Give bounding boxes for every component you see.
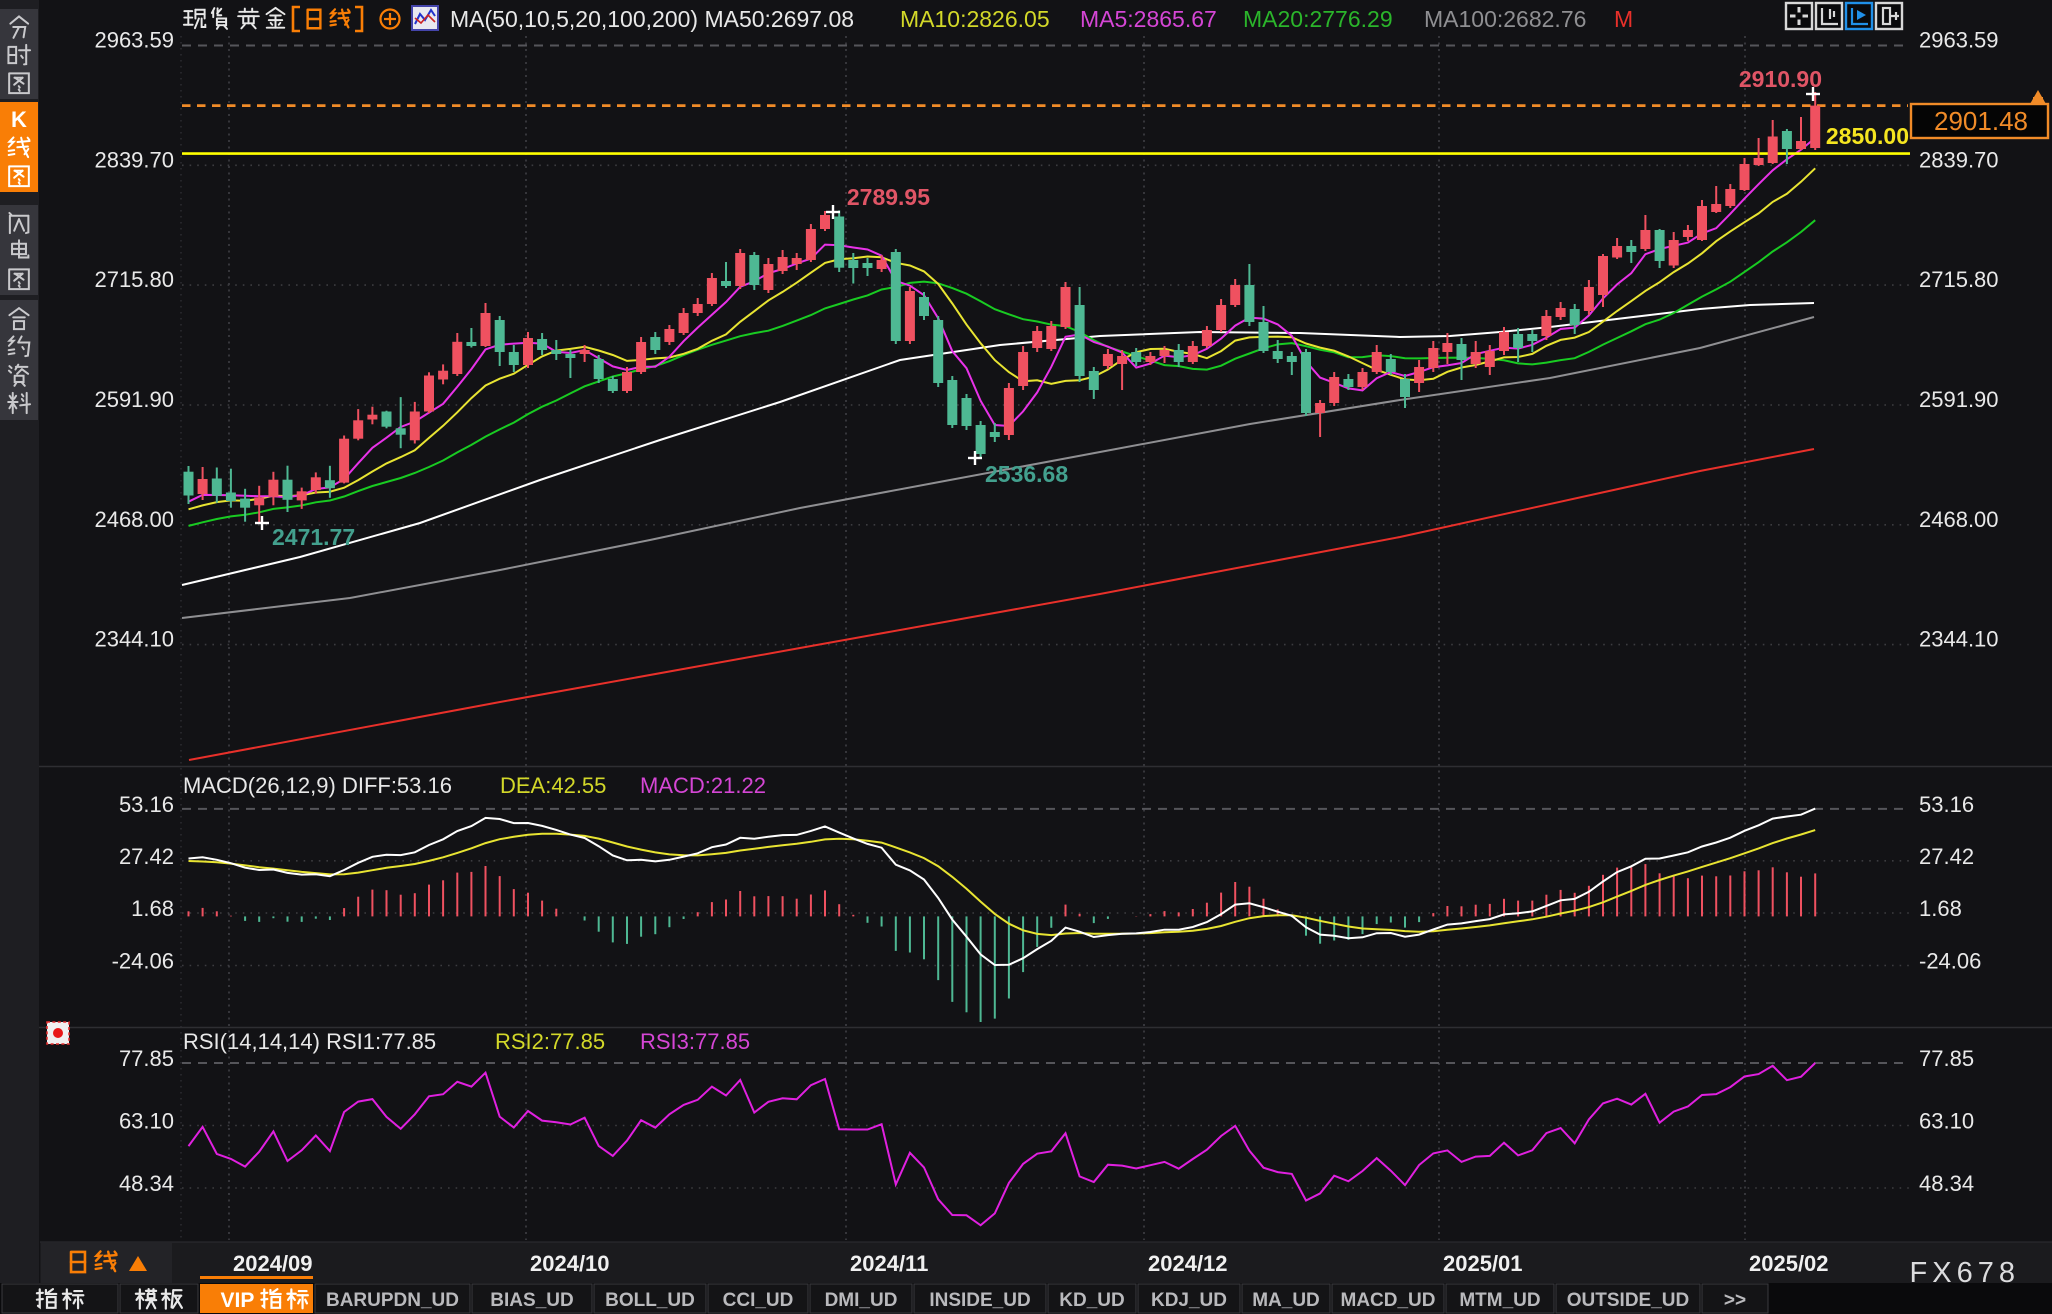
svg-text:2468.00: 2468.00 (1919, 507, 1999, 532)
svg-text:48.34: 48.34 (1919, 1171, 1974, 1196)
svg-text:2901.48: 2901.48 (1934, 106, 2028, 136)
svg-text:2024/12: 2024/12 (1148, 1251, 1228, 1276)
svg-text:MA5:2865.67: MA5:2865.67 (1080, 6, 1217, 32)
svg-text:OUTSIDE_UD: OUTSIDE_UD (1567, 1290, 1689, 1311)
svg-text:MACD_UD: MACD_UD (1341, 1290, 1436, 1311)
svg-text:2963.59: 2963.59 (1919, 28, 1999, 53)
svg-text:2024/09: 2024/09 (233, 1251, 313, 1276)
svg-text:2715.80: 2715.80 (1919, 267, 1999, 292)
svg-text:2025/02: 2025/02 (1749, 1251, 1829, 1276)
svg-text:63.10: 63.10 (1919, 1109, 1974, 1134)
svg-text:RSI3:77.85: RSI3:77.85 (640, 1029, 750, 1054)
svg-text:2839.70: 2839.70 (94, 147, 174, 172)
svg-text:MA(50,10,5,20,100,200) MA50:26: MA(50,10,5,20,100,200) MA50:2697.08 (450, 6, 854, 32)
svg-text:BIAS_UD: BIAS_UD (490, 1290, 573, 1311)
svg-text:2024/11: 2024/11 (850, 1251, 928, 1276)
svg-text:MA_UD: MA_UD (1252, 1290, 1320, 1311)
svg-text:DEA:42.55: DEA:42.55 (500, 773, 606, 798)
svg-text:1.68: 1.68 (131, 896, 174, 921)
svg-text:27.42: 27.42 (119, 844, 174, 869)
svg-text:RSI2:77.85: RSI2:77.85 (495, 1029, 605, 1054)
svg-text:2839.70: 2839.70 (1919, 147, 1999, 172)
svg-text:RSI(14,14,14) RSI1:77.85: RSI(14,14,14) RSI1:77.85 (183, 1029, 436, 1054)
svg-text:48.34: 48.34 (119, 1171, 174, 1196)
svg-text:DMI_UD: DMI_UD (825, 1290, 898, 1311)
svg-text:>>: >> (1724, 1290, 1746, 1311)
svg-text:INSIDE_UD: INSIDE_UD (929, 1290, 1030, 1311)
svg-text:53.16: 53.16 (119, 792, 174, 817)
svg-text:FX678: FX678 (1910, 1257, 2020, 1289)
svg-text:M: M (1614, 6, 1633, 32)
svg-text:KD_UD: KD_UD (1059, 1290, 1124, 1311)
svg-text:KDJ_UD: KDJ_UD (1151, 1290, 1227, 1311)
svg-text:CCI_UD: CCI_UD (723, 1290, 794, 1311)
svg-text:MACD(26,12,9) DIFF:53.16: MACD(26,12,9) DIFF:53.16 (183, 773, 452, 798)
svg-text:VIP: VIP (221, 1289, 255, 1312)
svg-text:2344.10: 2344.10 (1919, 627, 1999, 652)
svg-text:2789.95: 2789.95 (847, 184, 930, 210)
svg-text:63.10: 63.10 (119, 1109, 174, 1134)
svg-text:BARUPDN_UD: BARUPDN_UD (326, 1290, 459, 1311)
svg-text:2963.59: 2963.59 (94, 28, 174, 53)
svg-text:2025/01: 2025/01 (1443, 1251, 1523, 1276)
svg-text:2591.90: 2591.90 (94, 387, 174, 412)
svg-text:MACD:21.22: MACD:21.22 (640, 773, 766, 798)
svg-text:27.42: 27.42 (1919, 844, 1974, 869)
svg-text:2468.00: 2468.00 (94, 507, 174, 532)
svg-text:K: K (11, 107, 27, 132)
svg-text:77.85: 77.85 (1919, 1046, 1974, 1071)
svg-text:2344.10: 2344.10 (94, 627, 174, 652)
svg-text:2471.77: 2471.77 (272, 524, 355, 550)
svg-text:77.85: 77.85 (119, 1046, 174, 1071)
svg-text:-24.06: -24.06 (112, 949, 174, 974)
svg-text:-24.06: -24.06 (1919, 949, 1981, 974)
svg-text:1.68: 1.68 (1919, 896, 1962, 921)
svg-text:2910.90: 2910.90 (1739, 66, 1822, 92)
svg-text:BOLL_UD: BOLL_UD (605, 1290, 695, 1311)
svg-text:2850.00: 2850.00 (1826, 123, 1909, 149)
svg-text:2024/10: 2024/10 (530, 1251, 610, 1276)
svg-text:MTM_UD: MTM_UD (1459, 1290, 1540, 1311)
svg-text:2591.90: 2591.90 (1919, 387, 1999, 412)
svg-text:MA100:2682.76: MA100:2682.76 (1424, 6, 1586, 32)
svg-text:53.16: 53.16 (1919, 792, 1974, 817)
svg-text:MA20:2776.29: MA20:2776.29 (1243, 6, 1393, 32)
svg-text:MA10:2826.05: MA10:2826.05 (900, 6, 1050, 32)
svg-text:2536.68: 2536.68 (985, 461, 1068, 487)
svg-text:2715.80: 2715.80 (94, 267, 174, 292)
